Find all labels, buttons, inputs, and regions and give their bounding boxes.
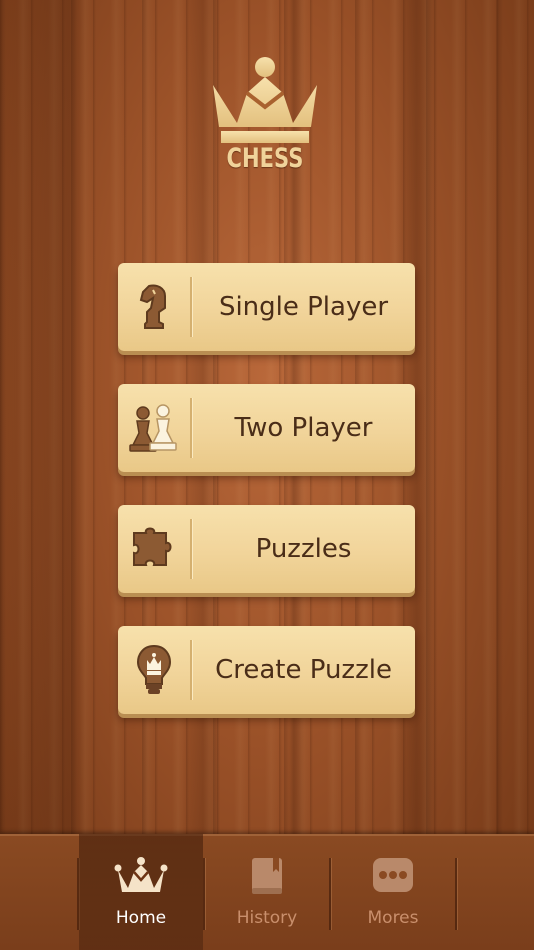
history-tab-icon — [205, 856, 329, 896]
lightbulb-icon-cell — [118, 626, 190, 714]
puzzles-label: Puzzles — [255, 534, 352, 564]
crown-icon — [213, 57, 317, 143]
puzzle-icon-cell — [118, 505, 190, 593]
tab-home[interactable]: Home — [79, 834, 203, 950]
book-icon — [252, 858, 282, 894]
tab-history[interactable]: History — [205, 834, 329, 950]
knight-icon-cell — [118, 263, 190, 351]
create-puzzle-button[interactable]: Create Puzzle — [118, 626, 415, 714]
tab-mores[interactable]: Mores — [331, 834, 455, 950]
tab-mores-label: Mores — [367, 908, 419, 928]
two-player-button[interactable]: Two Player — [118, 384, 415, 472]
logo-text: CHESS — [226, 143, 304, 174]
pawns-icon-cell — [118, 384, 190, 472]
knight-icon — [139, 284, 166, 329]
create-puzzle-label: Create Puzzle — [215, 655, 392, 685]
more-dots-icon — [373, 858, 413, 892]
puzzle-piece-icon — [133, 527, 172, 566]
two-player-label: Two Player — [234, 413, 373, 443]
single-player-label: Single Player — [218, 292, 389, 322]
tab-history-label: History — [236, 908, 298, 928]
tab-separator — [455, 858, 457, 930]
single-player-button[interactable]: Single Player — [118, 263, 415, 351]
puzzles-button[interactable]: Puzzles — [118, 505, 415, 593]
pawns-icon — [129, 404, 177, 452]
lightbulb-king-icon — [136, 644, 172, 694]
crown-icon — [114, 857, 168, 892]
chess-logo: CHESS — [207, 55, 327, 185]
home-tab-icon — [79, 856, 203, 896]
mores-tab-icon — [331, 856, 455, 896]
tab-home-label: Home — [115, 908, 167, 928]
tab-bar: Home History Mores — [0, 834, 534, 950]
